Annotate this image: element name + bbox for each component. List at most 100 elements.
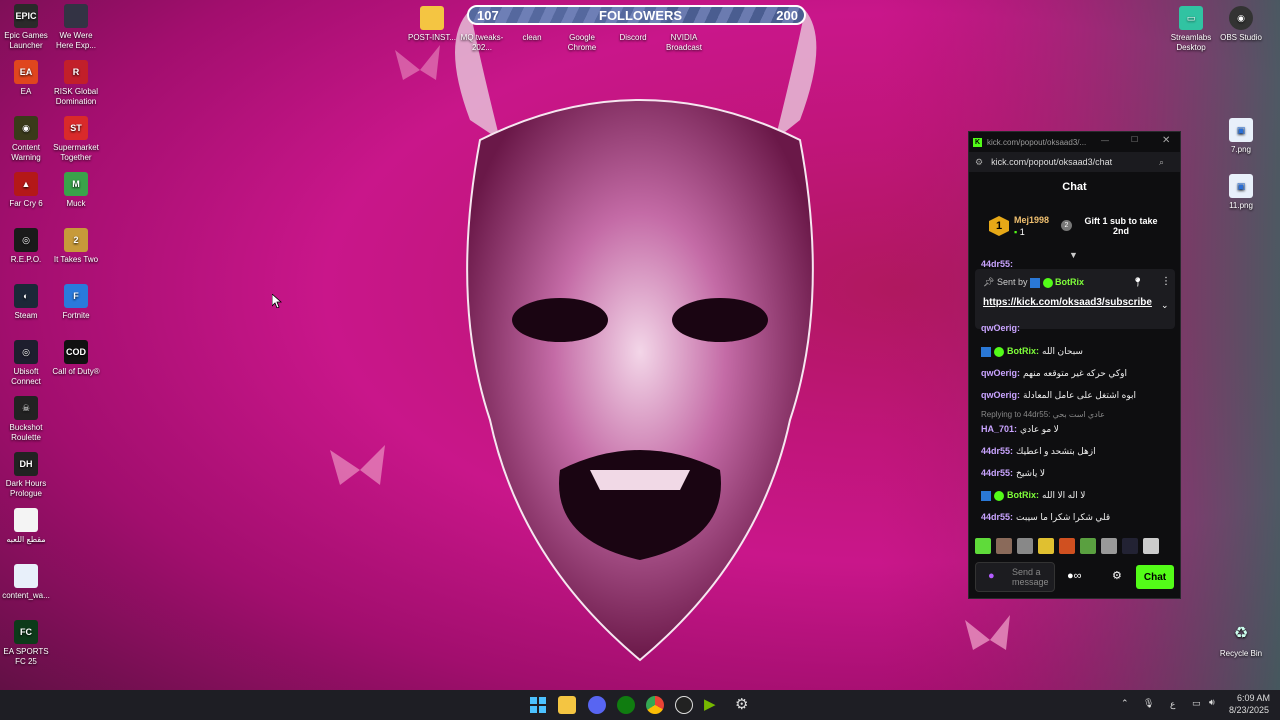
chat-text: لا ياشيخ [1016, 468, 1045, 478]
desktop-icon[interactable]: ☠ Buckshot Roulette [0, 396, 52, 443]
chat-message[interactable]: HA_701: لا مو عادي [981, 424, 1059, 435]
emote-icon[interactable] [1038, 538, 1054, 554]
gift-cta[interactable]: Gift 1 sub to take 2nd [1081, 216, 1161, 236]
desktop-icon[interactable]: R RISK Global Domination [50, 60, 102, 107]
mic-icon[interactable]: ● [988, 570, 995, 582]
settings-gear-icon[interactable]: ⚙ [1112, 569, 1122, 582]
emote-icon[interactable] [1080, 538, 1096, 554]
clock-time[interactable]: 6:09 AM [1237, 693, 1270, 703]
chat-username[interactable]: qwOerig: [981, 390, 1020, 400]
desktop-icon[interactable]: EPIC Epic Games Launcher [0, 4, 52, 51]
emote-icon[interactable] [1017, 538, 1033, 554]
address-bar[interactable]: ⚙ kick.com/popout/oksaad3/chat ⌕ [969, 152, 1180, 172]
xbox-icon[interactable] [617, 696, 635, 714]
desktop-icon[interactable]: We Were Here Exp... [50, 4, 102, 51]
desktop-icon-label: Buckshot Roulette [9, 423, 43, 442]
chat-username[interactable]: 44dr55: [981, 512, 1013, 522]
desktop-icon-label: content_wa... [2, 591, 50, 600]
desktop-icon-streamlabs[interactable]: ▭ Streamlabs Desktop [1165, 6, 1217, 53]
more-options-icon[interactable]: ⋮ [1161, 276, 1171, 287]
window-titlebar[interactable]: K kick.com/popout/oksaad3/... — ☐ ✕ [969, 132, 1180, 152]
emote-icon[interactable] [1059, 538, 1075, 554]
desktop-icon-obs[interactable]: ◉ OBS Studio [1215, 6, 1267, 43]
emote-picker-icon[interactable]: ●∞ [1067, 570, 1082, 582]
desktop-icon[interactable]: EA EA [0, 60, 52, 97]
desktop-icon-post-install[interactable]: POST-INST... [406, 6, 458, 43]
desktop-icon-label: EA [20, 87, 32, 96]
chat-message[interactable]: qwOerig: ابوه اشتغل على عامل المعادلة [981, 390, 1136, 401]
desktop-icon[interactable]: 2 It Takes Two [50, 228, 102, 265]
file-explorer-icon[interactable] [558, 696, 576, 714]
emote-icon[interactable] [975, 538, 991, 554]
chat-username[interactable]: qwOerig: [981, 368, 1020, 378]
expand-chevron-icon[interactable]: ⌄ [1161, 300, 1169, 311]
chrome-icon[interactable] [646, 696, 664, 714]
desktop-icon-label: Fortnite [62, 311, 90, 320]
volume-icon[interactable]: 🔊︎ [1209, 697, 1215, 708]
zoom-icon[interactable]: ⌕ [1159, 157, 1164, 168]
chat-message[interactable]: 44dr55: ازهل بتشحد و اعطيك [981, 446, 1096, 457]
desktop-icon[interactable]: M Muck [50, 172, 102, 209]
desktop-icon-label: NVIDIA Broadcast [665, 33, 703, 52]
taskbar: ▶ ⚙ ⌃ 🎙︎ ع ▭ 🔊︎ 6:09 AM 8/23/2025 [0, 690, 1280, 720]
desktop-icon[interactable]: content_wa... [0, 564, 52, 601]
desktop-icon[interactable]: FC EA SPORTS FC 25 [0, 620, 52, 667]
network-icon[interactable]: ▭ [1192, 698, 1201, 709]
emote-icon[interactable] [996, 538, 1012, 554]
show-hidden-icons[interactable]: ⌃ [1121, 698, 1129, 709]
desktop-icon-recycle-bin[interactable]: ♻ Recycle Bin [1215, 622, 1267, 659]
desktop-icon[interactable]: ◎ R.E.P.O. [0, 228, 52, 265]
close-button[interactable]: ✕ [1162, 135, 1170, 146]
desktop-icon[interactable]: ▲ Far Cry 6 [0, 172, 52, 209]
chat-username[interactable]: BotRix: [1007, 490, 1039, 500]
leaderboard: 1 Mej1998 ▪ 1 2 Gift 1 sub to take 2nd [989, 214, 1169, 244]
desktop-icon-7png[interactable]: ▣ 7.png [1215, 118, 1267, 155]
chat-username[interactable]: BotRix: [1007, 346, 1039, 356]
desktop-icon[interactable]: DH Dark Hours Prologue [0, 452, 52, 499]
microphone-icon[interactable]: 🎙︎ [1143, 698, 1154, 709]
start-windows-icon[interactable] [529, 696, 547, 714]
desktop-icon[interactable]: مقطع اللعبه [0, 508, 52, 545]
desktop-icon[interactable]: COD Call of Duty® [50, 340, 102, 377]
desktop-icon[interactable]: ST Supermarket Together [50, 116, 102, 163]
desktop-icon-11png[interactable]: ▣ 11.png [1215, 174, 1267, 211]
chat-message[interactable]: BotRix: لا اله الا الله [981, 490, 1085, 501]
chat-username[interactable]: 44dr55: [981, 446, 1013, 456]
chat-message[interactable]: qwOerig: اوكي حركه غير متوقعه منهم [981, 368, 1127, 379]
kick-chat-popout-window[interactable]: K kick.com/popout/oksaad3/... — ☐ ✕ ⚙ ki… [968, 131, 1181, 599]
pinned-link[interactable]: https://kick.com/oksaad3/subscribe [983, 296, 1153, 310]
nvidia-broadcast-icon[interactable]: ▶ [704, 696, 722, 714]
chat-username[interactable]: HA_701: [981, 424, 1017, 434]
desktop-icon-label: OBS Studio [1220, 33, 1262, 42]
clock-date[interactable]: 8/23/2025 [1229, 705, 1269, 715]
chat-message[interactable]: BotRix: سبحان الله [981, 346, 1083, 357]
steam-settings-icon[interactable]: ⚙ [735, 696, 753, 714]
desktop-icon-label: Epic Games Launcher [4, 31, 48, 50]
chat-message[interactable]: 44dr55: لا ياشيخ [981, 468, 1045, 479]
desktop-icon[interactable]: ◎ Ubisoft Connect [0, 340, 52, 387]
chat-input[interactable]: ● Send a message [975, 562, 1055, 592]
desktop-icon[interactable]: ◉ Content Warning [0, 116, 52, 163]
emote-icon[interactable] [1122, 538, 1138, 554]
folder-icon [420, 6, 444, 30]
obs-icon[interactable] [675, 696, 693, 714]
ubisoft-icon: ◎ [14, 340, 38, 364]
chat-text: ازهل بتشحد و اعطيك [1016, 446, 1096, 456]
minimize-button[interactable]: — [1101, 136, 1109, 145]
followers-goal: 200 [776, 8, 798, 23]
unpin-icon[interactable]: 📍︎ [1132, 277, 1143, 288]
emote-icon[interactable] [1143, 538, 1159, 554]
chat-header: Chat [1062, 181, 1087, 193]
chat-message[interactable]: 44dr55: قلي شكرا شكرا ما سيبت [981, 512, 1110, 523]
chat-username[interactable]: 44dr55: [981, 468, 1013, 478]
discord-icon[interactable] [588, 696, 606, 714]
collapse-handle-icon[interactable]: ▼ [1069, 250, 1078, 260]
emote-icon[interactable] [1101, 538, 1117, 554]
desktop-icon[interactable]: F Fortnite [50, 284, 102, 321]
pin-icon: 📌︎ [983, 277, 995, 287]
desktop-icon-label: 7.png [1230, 145, 1252, 154]
maximize-button[interactable]: ☐ [1131, 135, 1138, 144]
chat-send-button[interactable]: Chat [1136, 565, 1174, 589]
desktop-icon[interactable]: ◐ Steam [0, 284, 52, 321]
input-language[interactable]: ع [1170, 699, 1175, 710]
